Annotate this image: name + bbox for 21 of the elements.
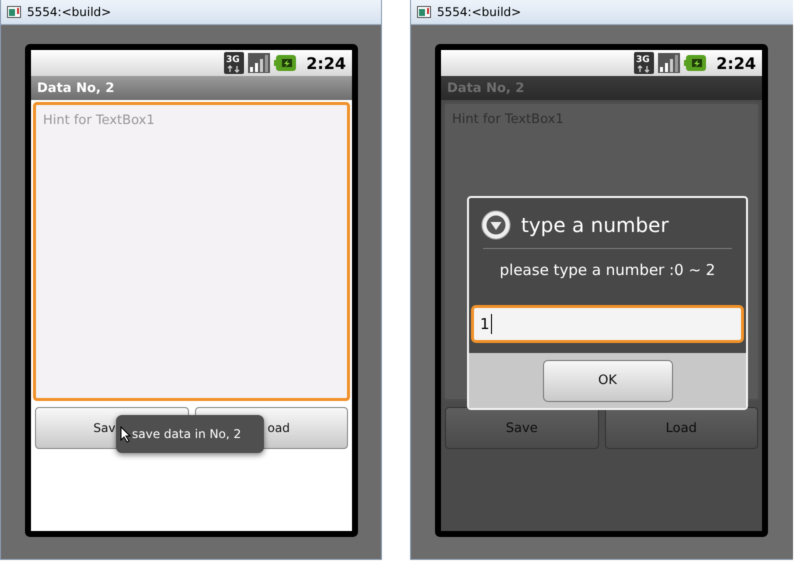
text-cursor: [490, 314, 492, 334]
number-input-field[interactable]: 1: [471, 305, 744, 343]
clock-time: 2:24: [306, 54, 346, 72]
dialog-title: type a number: [521, 213, 669, 237]
window-icon: [7, 6, 21, 18]
battery-charging-icon: [274, 55, 296, 71]
window-icon: [417, 6, 431, 18]
signal-icon: [658, 53, 680, 73]
app-title: Data No, 2: [37, 80, 114, 96]
mouse-pointer-icon: [120, 426, 131, 443]
window-title: 5554:<build>: [27, 5, 112, 19]
ok-button[interactable]: OK: [542, 360, 672, 402]
window-title: 5554:<build>: [437, 5, 522, 19]
save-toast: save data in No, 2: [116, 415, 264, 453]
battery-charging-icon: [684, 55, 706, 71]
dialog-message: please type a number :0 ~ 2: [483, 248, 732, 279]
network-icon: 3G: [224, 52, 244, 74]
clock-time: 2:24: [716, 54, 756, 72]
app-title: Data No, 2: [447, 80, 524, 96]
network-icon: 3G: [634, 52, 654, 74]
signal-icon: [248, 53, 270, 73]
